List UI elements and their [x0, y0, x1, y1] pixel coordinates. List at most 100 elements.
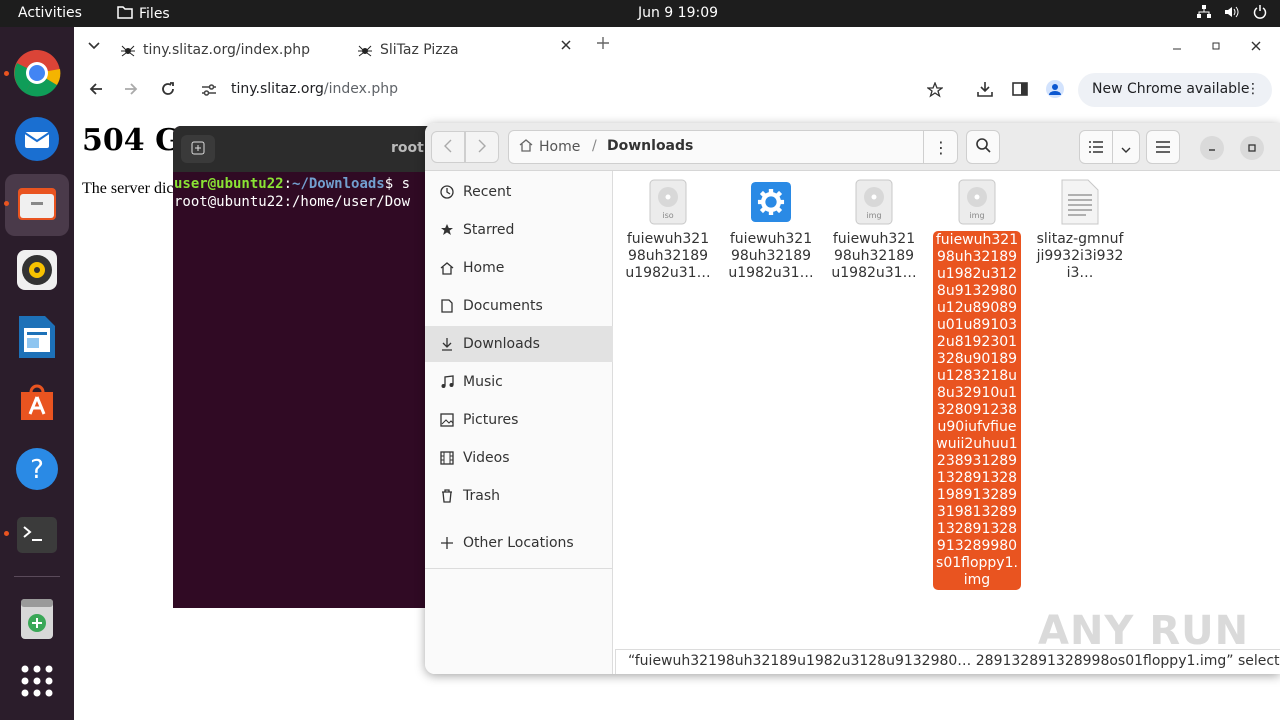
file-badge: iso [662, 211, 673, 220]
toolbar: tiny.slitaz.org/index.php New Chrome ava… [74, 67, 1280, 113]
chevron-left-icon [444, 138, 452, 157]
chevron-down-icon [1121, 138, 1131, 157]
trash-icon [439, 489, 455, 503]
sidebar-item-music[interactable]: Music [425, 364, 613, 400]
app-grid-icon[interactable] [13, 657, 61, 705]
file-item[interactable]: slitaz-gmnufji9932i3i932i3… [1036, 179, 1124, 282]
forward-icon[interactable] [122, 80, 140, 98]
file-grid: iso fuiewuh32198uh32189u1982u31… fuiewuh… [613, 171, 1280, 653]
new-tab-icon[interactable] [597, 37, 609, 53]
sidebar-divider [425, 568, 613, 569]
file-label: slitaz-gmnufji9932i3i932i3… [1036, 231, 1124, 281]
document-icon [439, 299, 455, 313]
kebab-menu-icon: ⋮ [933, 137, 949, 157]
system-tray[interactable] [1196, 4, 1268, 20]
path-menu-button[interactable]: ⋮ [923, 131, 958, 163]
terminal-window[interactable]: root user@ubuntu22:~/Downloads$ s root@u… [173, 126, 435, 608]
files-icon[interactable] [13, 180, 61, 228]
file-item[interactable]: fuiewuh32198uh32189u1982u31… [727, 179, 815, 282]
film-icon [439, 451, 455, 465]
home-icon [439, 261, 455, 275]
tab-tiny-slitaz[interactable]: tiny.slitaz.org/index.php [121, 35, 310, 65]
tab-search-icon[interactable] [88, 38, 100, 54]
reload-icon[interactable] [159, 80, 177, 98]
path-separator: / [592, 138, 597, 154]
sidebar-item-documents[interactable]: Documents [425, 288, 613, 324]
maximize-button[interactable] [1240, 136, 1264, 160]
address-bar[interactable]: tiny.slitaz.org/index.php [186, 73, 956, 107]
bookmark-star-icon[interactable] [926, 81, 944, 99]
terminal-header: root [173, 126, 435, 172]
close-window-icon[interactable] [1251, 39, 1261, 55]
back-button[interactable] [431, 131, 465, 163]
sidebar-label: Starred [463, 222, 515, 238]
path-bar[interactable]: Home / Downloads ⋮ [508, 130, 958, 164]
profile-icon[interactable] [1046, 80, 1064, 98]
file-item[interactable]: img fuiewuh32198uh32189u1982u31… [830, 179, 918, 282]
trash-icon[interactable] [13, 594, 61, 642]
rhythmbox-icon[interactable] [13, 246, 61, 294]
prompt-command: $ s [384, 176, 411, 192]
sidebar-item-downloads[interactable]: Downloads [425, 326, 613, 362]
chevron-right-icon [478, 138, 486, 157]
sidebar-item-starred[interactable]: Starred [425, 212, 613, 248]
file-label: fuiewuh32198uh32189u1982u3128u9132980u12… [933, 231, 1021, 590]
maximize-icon [1248, 142, 1256, 155]
path-home-label: Home [539, 139, 581, 155]
terminal-icon[interactable] [13, 511, 61, 559]
page-text: The server dic [82, 180, 174, 197]
path-current[interactable]: Downloads [607, 138, 693, 154]
file-label: fuiewuh32198uh32189u1982u31… [831, 231, 917, 281]
side-panel-icon[interactable] [1011, 80, 1029, 98]
forward-button[interactable] [465, 131, 499, 163]
places-sidebar: Recent Starred Home Documents Downloads … [425, 171, 613, 674]
search-button[interactable] [966, 130, 1000, 164]
new-tab-button[interactable] [181, 135, 215, 163]
main-menu-button[interactable] [1146, 130, 1180, 164]
sidebar-label: Recent [463, 184, 512, 200]
writer-icon[interactable] [13, 313, 61, 361]
file-item[interactable]: iso fuiewuh32198uh32189u1982u31… [624, 179, 712, 282]
restore-icon[interactable] [1211, 39, 1221, 55]
music-icon [439, 375, 455, 389]
site-info-icon[interactable] [200, 81, 218, 99]
clock[interactable]: Jun 9 19:09 [0, 5, 1280, 21]
minimize-icon[interactable] [1172, 39, 1182, 55]
thunderbird-icon[interactable] [13, 115, 61, 163]
download-icon[interactable] [976, 80, 994, 98]
view-list-button[interactable] [1079, 130, 1113, 164]
close-tab-icon[interactable] [561, 38, 571, 54]
tab-slitaz-pizza[interactable]: SliTaz Pizza [358, 35, 459, 65]
prompt-path: ~/Downloads [292, 176, 385, 192]
chrome-icon[interactable] [13, 49, 61, 97]
back-icon[interactable] [87, 80, 105, 98]
view-options-button[interactable] [1112, 130, 1140, 164]
url-host: tiny.slitaz.org [231, 81, 324, 97]
path-home[interactable]: Home [519, 138, 580, 156]
spider-icon [358, 43, 372, 57]
app-center-icon[interactable] [13, 378, 61, 426]
text-file-icon [1060, 179, 1100, 225]
sidebar-label: Pictures [463, 412, 519, 428]
network-icon [1196, 4, 1212, 20]
terminal-output: user@ubuntu22:~/Downloads$ s root@ubuntu… [174, 176, 411, 210]
new-chrome-available-button[interactable]: New Chrome available ⋮ [1078, 73, 1272, 107]
home-icon [519, 138, 533, 156]
files-header: Home / Downloads ⋮ [425, 123, 1280, 171]
sidebar-label: Music [463, 374, 503, 390]
sidebar-item-trash[interactable]: Trash [425, 478, 613, 514]
top-bar: Activities Files Jun 9 19:09 [0, 0, 1280, 27]
sidebar-label: Downloads [463, 336, 540, 352]
file-item-selected[interactable]: img fuiewuh32198uh32189u1982u3128u913298… [933, 179, 1021, 590]
star-icon [439, 223, 455, 237]
sidebar-item-videos[interactable]: Videos [425, 440, 613, 476]
minimize-button[interactable] [1200, 136, 1224, 160]
sidebar-item-recent[interactable]: Recent [425, 174, 613, 210]
help-icon[interactable]: ? [13, 445, 61, 493]
sidebar-item-other-locations[interactable]: Other Locations [425, 525, 613, 561]
picture-icon [439, 413, 455, 427]
svg-text:?: ? [30, 455, 44, 485]
sidebar-item-pictures[interactable]: Pictures [425, 402, 613, 438]
url-path: /index.php [323, 81, 399, 97]
sidebar-item-home[interactable]: Home [425, 250, 613, 286]
